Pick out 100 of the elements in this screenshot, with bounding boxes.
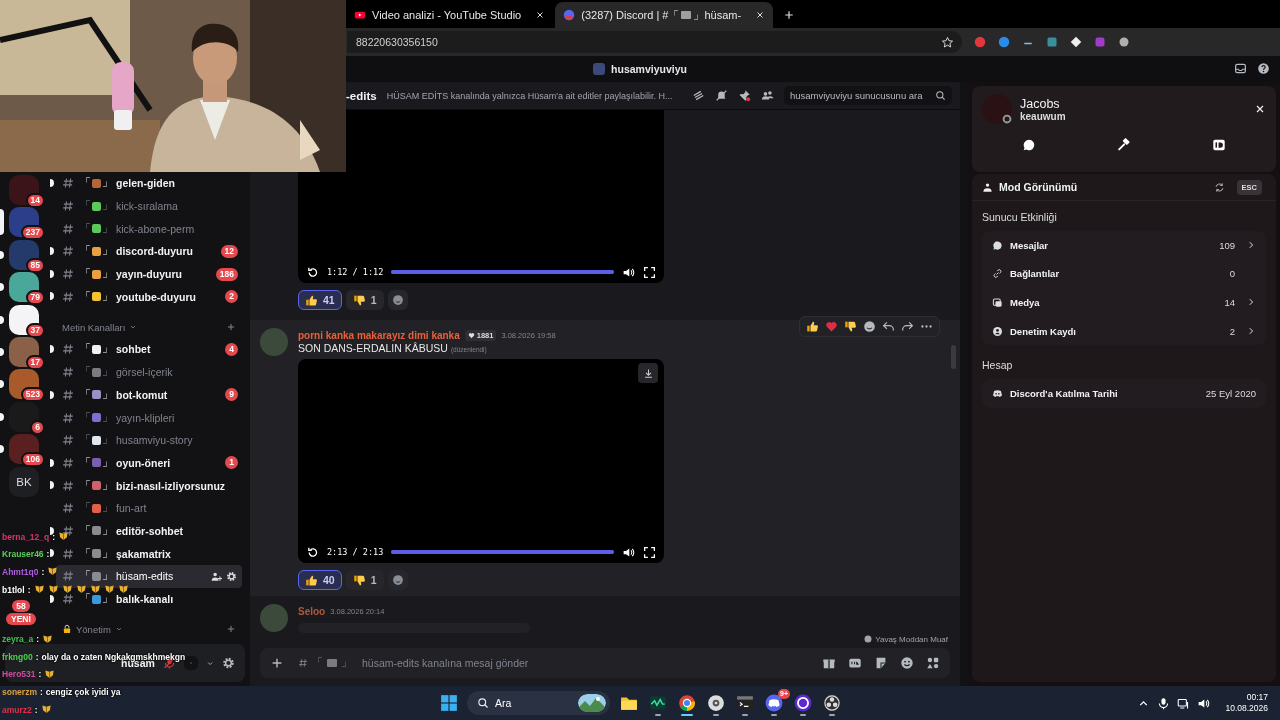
channel-item[interactable]: 「 」 husamviyu-story [56, 428, 242, 452]
channel-item[interactable]: 「 」 bizi-nasıl-izliyorsunuz [56, 474, 242, 497]
waveform-icon[interactable] [649, 694, 667, 712]
chrome-icon[interactable] [678, 694, 696, 712]
server-icon[interactable] [9, 369, 39, 400]
close-icon[interactable] [535, 10, 546, 20]
reaction-button[interactable]: 1 [345, 570, 384, 590]
channel-item[interactable]: 「 」 sohbet 4 [56, 338, 242, 361]
members-icon[interactable] [761, 89, 774, 102]
inbox-icon[interactable] [1234, 62, 1247, 75]
clock[interactable]: 00:17 10.08.2026 [1225, 692, 1268, 714]
channel-item[interactable]: 「 」 fun-art [56, 496, 242, 520]
folder-icon[interactable] [620, 694, 638, 712]
channel-item[interactable]: 「 」 kick-abone-perm [56, 217, 242, 241]
new-messages-pill[interactable]: YENİ [6, 613, 36, 625]
video-player[interactable]: 2:13 / 2:13 [298, 359, 664, 563]
browser-tab[interactable]: (3287) Discord | #「 」hüsam- [555, 2, 774, 28]
channel-item[interactable]: 「 」 hüsam-edits [56, 565, 242, 588]
settings-icon[interactable] [222, 656, 235, 670]
heart-icon[interactable] [825, 320, 838, 333]
activity-row[interactable]: Denetim Kaydı 2 [982, 316, 1266, 346]
address-bar[interactable]: 88220630356150 [347, 31, 962, 53]
server-icon[interactable] [9, 239, 39, 270]
channel-item[interactable]: 「 」 oyun-öneri 1 [56, 451, 242, 475]
extension-icon[interactable] [1070, 36, 1082, 48]
add-reaction-button[interactable] [387, 570, 408, 590]
download-button[interactable] [638, 363, 658, 383]
refresh-icon[interactable] [1213, 181, 1225, 193]
extension-icon[interactable] [1118, 36, 1130, 48]
add-member-icon[interactable] [211, 570, 222, 582]
channel-item[interactable]: 「 」 balık-kanalı [56, 587, 242, 611]
channel-item[interactable]: 「 」 kick-sıralama [56, 194, 242, 218]
message-field[interactable]: 「 」 hüsam-edits kanalına mesaj gönder [260, 648, 950, 678]
reaction-button[interactable]: 41 [298, 290, 342, 310]
search-field[interactable]: husamviyuviyu sunucusunu ara [784, 86, 952, 105]
apps-icon[interactable] [926, 656, 940, 670]
microphone-icon[interactable] [1157, 696, 1171, 710]
disc-icon[interactable] [707, 694, 725, 712]
hammer-icon[interactable] [1117, 138, 1131, 152]
close-icon[interactable] [755, 10, 766, 20]
fullscreen-icon[interactable] [643, 545, 656, 559]
author-name[interactable]: Seloo [298, 605, 326, 617]
channel-item[interactable]: 「 」 görsel-içerik [56, 360, 242, 384]
obs-icon[interactable] [823, 694, 841, 712]
channel-item[interactable]: 「 」 şakamatrix [56, 542, 242, 565]
message-input[interactable]: hüsam-edits kanalına mesaj gönder [360, 656, 818, 670]
plus-icon[interactable] [226, 322, 236, 333]
replay-icon[interactable] [306, 545, 319, 559]
plus-icon[interactable] [226, 624, 236, 635]
mute-notifications-icon[interactable] [715, 89, 728, 102]
browser-tab[interactable]: Video analizi - YouTube Studio [346, 2, 554, 28]
category-header[interactable]: Metin Kanalları [60, 316, 250, 339]
search-field[interactable]: Ara [467, 691, 610, 715]
emoji-icon[interactable] [863, 320, 876, 333]
server-icon[interactable]: BK [9, 466, 39, 497]
settings-icon[interactable] [226, 570, 237, 582]
video-player[interactable]: 1:12 / 1:12 [298, 110, 664, 283]
server-icon[interactable] [9, 175, 39, 205]
server-icon[interactable] [9, 336, 39, 367]
reaction-button[interactable]: 1 [345, 290, 384, 310]
pin-icon[interactable] [738, 89, 751, 102]
help-icon[interactable] [1257, 62, 1270, 75]
network-icon[interactable] [1177, 696, 1191, 710]
new-tab-icon[interactable] [783, 9, 796, 21]
plus-icon[interactable] [270, 656, 284, 670]
scrollbar-thumb[interactable] [951, 345, 956, 369]
reaction-button[interactable]: 40 [298, 570, 342, 590]
windows-logo-icon[interactable] [440, 694, 458, 712]
activity-row[interactable]: Mesajlar 109 [982, 231, 1266, 260]
category-header[interactable]: Yönetim [60, 618, 250, 641]
reply-icon[interactable] [882, 320, 895, 333]
search-highlight-icon[interactable] [578, 694, 606, 712]
ring-icon[interactable] [794, 694, 812, 712]
channel-item[interactable]: 「 」 gelen-giden [56, 172, 242, 195]
speaker-icon[interactable] [1197, 696, 1211, 710]
channel-item[interactable]: 「 」 bot-komut 9 [56, 383, 242, 407]
channel-item[interactable]: 「 」 discord-duyuru 12 [56, 240, 242, 263]
add-reaction-button[interactable] [387, 290, 408, 310]
channel-item[interactable]: 「 」 youtube-duyuru 2 [56, 285, 242, 309]
id-card-icon[interactable] [1211, 138, 1226, 152]
chat-bubble-icon[interactable] [1022, 138, 1037, 152]
channel-item[interactable]: 「 」 yayın-duyuru 186 [56, 262, 242, 286]
server-icon[interactable] [9, 272, 39, 303]
server-icon[interactable] [9, 401, 39, 432]
author-name[interactable]: porni kanka makarayız dimi kanka [298, 329, 460, 341]
close-icon[interactable] [1254, 103, 1266, 115]
replay-icon[interactable] [306, 265, 319, 279]
channel-item[interactable]: 「 」 yayın-klipleri [56, 406, 242, 429]
thumbs-up-icon[interactable] [806, 320, 819, 333]
sticker-icon[interactable] [874, 656, 888, 670]
volume-icon[interactable] [622, 265, 635, 279]
server-icon[interactable] [9, 304, 39, 335]
forward-icon[interactable] [901, 320, 914, 333]
fullscreen-icon[interactable] [643, 265, 656, 279]
thumbs-down-icon[interactable] [844, 320, 857, 333]
gif-icon[interactable] [848, 656, 862, 670]
terminal-icon[interactable] [736, 694, 754, 712]
activity-row[interactable]: Bağlantılar 0 [982, 259, 1266, 289]
volume-icon[interactable] [622, 545, 635, 559]
emoji-icon[interactable] [900, 656, 914, 670]
